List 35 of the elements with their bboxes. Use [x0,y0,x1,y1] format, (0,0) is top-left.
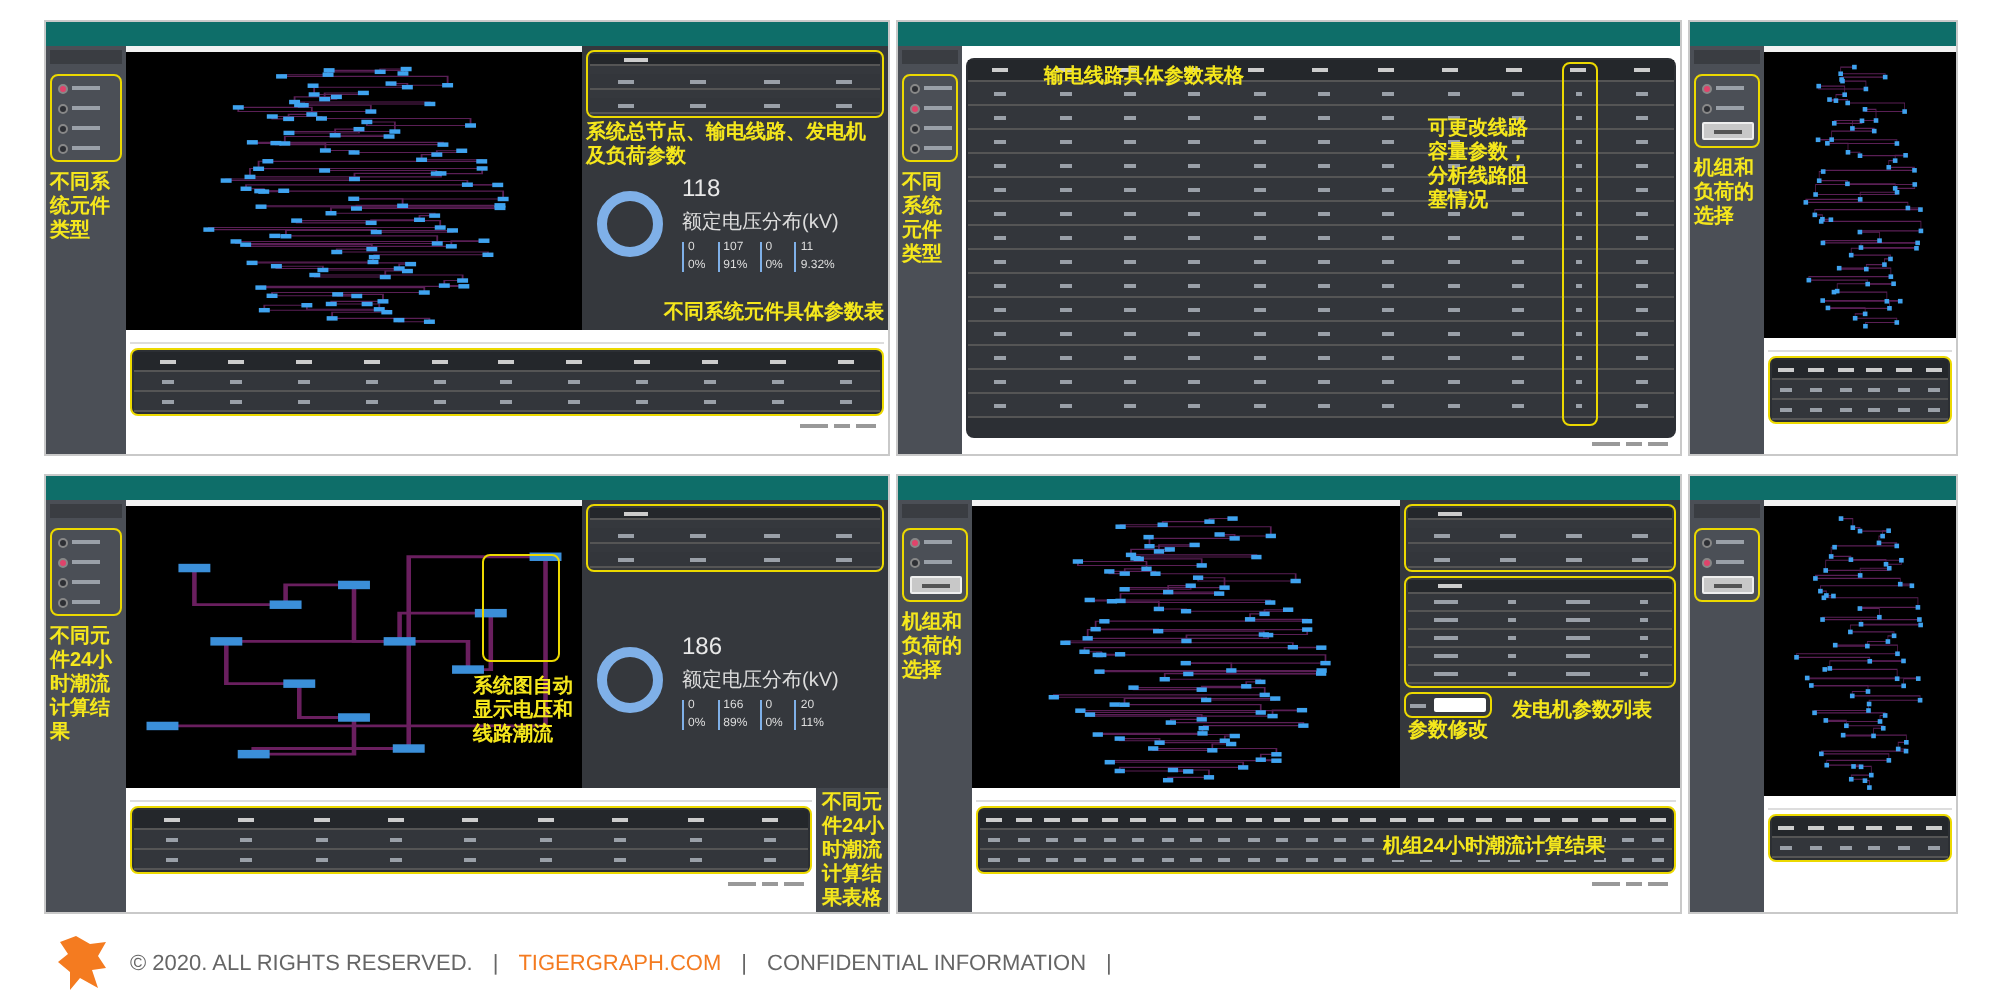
annotation-text: 不同元件24小时潮流计算结果表格 [820,790,887,912]
annotation-text: 机组和负荷的选择 [902,612,964,684]
radio-option[interactable] [910,82,950,94]
ring-chart-drawing [594,187,666,259]
annotation-text: 不同系统元件类型 [50,172,112,244]
chart-caption: 额定电压分布(kV) [682,667,839,693]
chart-caption: 额定电压分布(kV) [682,209,839,236]
separator-text: | [492,952,499,976]
confidential-text: CONFIDENTIAL INFORMATION [767,952,1087,976]
ring-chart-drawing [594,644,666,716]
select-field[interactable] [1434,698,1486,712]
website-link[interactable]: TIGERGRAPH.COM [518,952,722,976]
annotation-text: 系统总节点、输电线路、发电机及负荷参数 [586,122,868,170]
annotation-text: 机组和负荷的选择 [1694,158,1756,230]
radio-option[interactable] [910,142,950,154]
apply-button[interactable] [1701,122,1753,140]
annotation-text: 可更改线路容量参数，分析线路阻塞情况 [1427,118,1530,214]
highlight-frame [481,553,560,662]
separator-text: | [741,952,748,976]
radio-option[interactable] [910,122,950,134]
annotation-text: 系统图自动显示电压和线路潮流 [472,675,575,748]
annotation-text: 发电机参数列表 [1512,700,1652,724]
total-count: 186 [682,631,725,659]
separator-text: | [1106,952,1112,976]
apply-button[interactable] [909,576,961,594]
total-count: 118 [682,174,723,202]
apply-button[interactable] [1701,576,1753,594]
annotation-text: 不同系统元件具体参数表 [664,302,884,326]
annotation-text: 输电线路具体参数表格 [1044,66,1245,90]
copyright-text: © 2020. ALL RIGHTS RESERVED. [130,952,473,976]
annotation-text: 机组24小时潮流计算结果 [1382,836,1605,860]
annotation-text: 参数修改 [1408,720,1488,744]
annotation-text: 不同元件24小时潮流计算结果 [50,626,115,746]
radio-option[interactable] [910,102,950,114]
annotation-text: 不同系统元件类型 [902,172,944,268]
